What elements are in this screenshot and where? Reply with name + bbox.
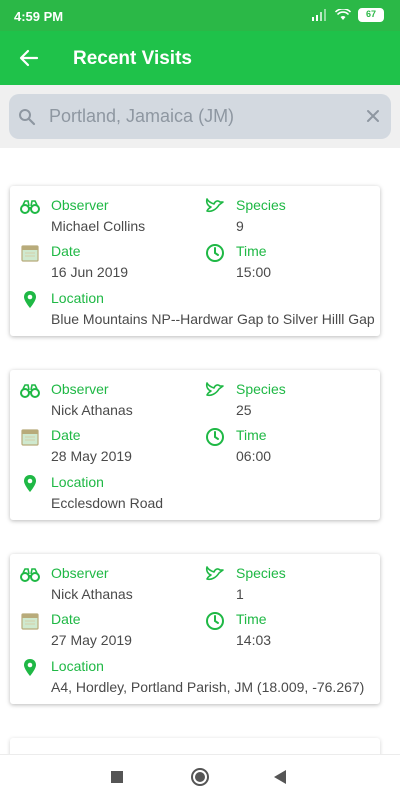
location-value: A4, Hordley, Portland Parish, JM (18.009… [51,679,365,695]
search-box[interactable] [9,94,391,139]
species-value: 25 [236,402,252,418]
binoculars-icon [20,568,40,582]
visits-list: Observer Michael Collins Species 9 Date … [0,148,400,754]
wifi-icon [335,9,351,20]
clock-icon [206,244,224,262]
location-label: Location [51,658,104,674]
species-label: Species [236,565,286,581]
binoculars-icon [20,384,40,398]
search-icon [19,109,36,126]
date-value: 27 May 2019 [51,632,132,648]
system-nav-bar [0,754,400,800]
bird-icon [205,198,224,213]
location-pin-icon [24,659,36,676]
species-value: 1 [236,586,244,602]
search-input[interactable] [49,94,349,139]
time-value: 06:00 [236,448,272,464]
status-icons: 67 [312,8,384,22]
observer-value: Nick Athanas [51,586,133,602]
bird-icon [205,566,224,581]
time-value: 14:03 [236,632,272,648]
location-value: Ecclesdown Road [51,495,164,511]
bird-icon [205,382,224,397]
binoculars-icon [20,200,40,214]
species-label: Species [236,381,286,397]
arrow-back-icon [19,49,39,67]
location-pin-icon [24,291,36,308]
calendar-icon [21,245,39,262]
signal-icon [312,9,326,21]
location-label: Location [51,290,104,306]
observer-label: Observer [51,565,109,581]
status-time: 4:59 PM [14,9,64,24]
recents-button[interactable] [111,771,123,783]
date-value: 16 Jun 2019 [51,264,129,280]
visit-card[interactable]: Observer Nick Athanas Species 25 Date 28… [10,370,380,520]
time-label: Time [236,243,267,259]
app-bar: Recent Visits [0,31,400,85]
close-icon[interactable] [364,107,382,125]
date-value: 28 May 2019 [51,448,132,464]
time-label: Time [236,427,267,443]
date-label: Date [51,427,81,443]
visit-card-partial[interactable] [10,738,380,754]
location-value: Blue Mountains NP--Hardwar Gap to Silver… [51,311,375,327]
observer-label: Observer [51,381,109,397]
date-label: Date [51,243,81,259]
search-area [0,85,400,148]
back-button[interactable] [14,43,44,73]
observer-value: Nick Athanas [51,402,133,418]
time-value: 15:00 [236,264,272,280]
calendar-icon [21,613,39,630]
species-label: Species [236,197,286,213]
calendar-icon [21,429,39,446]
home-button[interactable] [191,768,209,786]
battery-icon: 67 [358,8,384,22]
clock-icon [206,428,224,446]
system-back-button[interactable] [274,770,286,784]
clock-icon [206,612,224,630]
date-label: Date [51,611,81,627]
species-value: 9 [236,218,244,234]
time-label: Time [236,611,267,627]
visit-card[interactable]: Observer Michael Collins Species 9 Date … [10,186,380,336]
location-pin-icon [24,475,36,492]
visit-card[interactable]: Observer Nick Athanas Species 1 Date 27 … [10,554,380,704]
page-title: Recent Visits [73,48,192,69]
location-label: Location [51,474,104,490]
observer-label: Observer [51,197,109,213]
status-bar: 4:59 PM 67 [0,0,400,31]
observer-value: Michael Collins [51,218,146,234]
